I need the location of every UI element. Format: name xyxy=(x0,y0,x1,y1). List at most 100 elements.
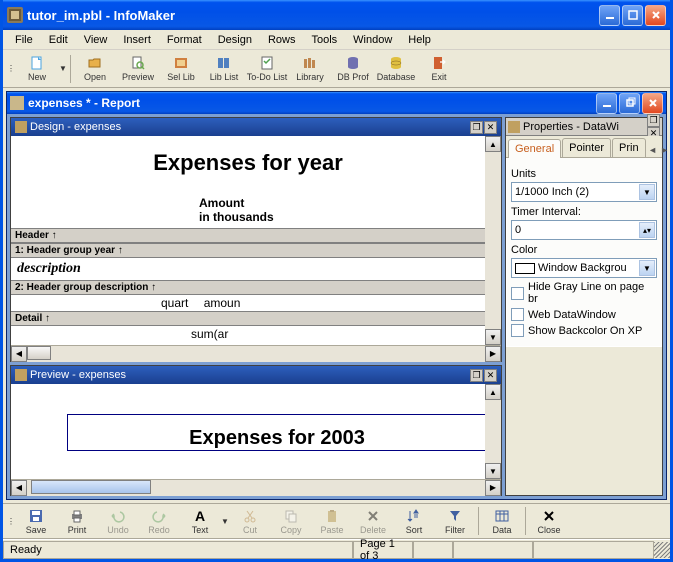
backcolor-xp-checkbox[interactable]: Show Backcolor On XP xyxy=(511,324,657,337)
new-button[interactable]: New xyxy=(16,52,58,86)
toolbar-grip[interactable]: ⋮ xyxy=(7,517,15,526)
text-button[interactable]: AText xyxy=(180,504,220,538)
design-vscroll[interactable]: ▲ ▼ xyxy=(485,136,501,345)
menu-tools[interactable]: Tools xyxy=(303,32,345,48)
hide-gray-checkbox[interactable]: Hide Gray Line on page br xyxy=(511,281,657,305)
db-prof-label: DB Prof xyxy=(337,72,369,82)
exit-button[interactable]: Exit xyxy=(418,52,460,86)
sort-button[interactable]: Sort xyxy=(394,504,434,538)
band-group-year[interactable]: 1: Header group year ↑ xyxy=(11,243,485,258)
data-button[interactable]: Data xyxy=(482,504,522,538)
todo-list-button[interactable]: To-Do List xyxy=(246,52,288,86)
open-button[interactable]: Open xyxy=(74,52,116,86)
preview-hscroll[interactable]: ◀ ▶ xyxy=(11,479,501,495)
status-page: Page 1 of 3 xyxy=(353,541,413,559)
properties-title: Properties - DataWi xyxy=(523,121,647,133)
scroll-thumb[interactable] xyxy=(31,480,151,494)
save-button[interactable]: Save xyxy=(16,504,56,538)
data-icon xyxy=(494,508,510,524)
menu-view[interactable]: View xyxy=(76,32,116,48)
preview-page: Expenses for 2003 xyxy=(67,414,485,451)
close-button[interactable]: Close xyxy=(529,504,569,538)
amount-field[interactable]: amoun xyxy=(204,296,241,310)
scroll-down-icon[interactable]: ▼ xyxy=(485,463,501,479)
preview-panel-close[interactable]: ✕ xyxy=(484,369,497,382)
library-button[interactable]: Library xyxy=(289,52,331,86)
tab-print[interactable]: Prin xyxy=(612,138,646,157)
units-select[interactable]: 1/1000 Inch (2) ▼ xyxy=(511,182,657,202)
amount-header[interactable]: Amount in thousands xyxy=(11,184,485,228)
lib-list-icon xyxy=(216,55,232,71)
maximize-button[interactable] xyxy=(622,5,643,26)
report-restore-button[interactable] xyxy=(619,93,640,114)
redo-button[interactable]: Redo xyxy=(139,504,179,538)
band-header[interactable]: Header ↑ xyxy=(11,228,485,243)
filter-label: Filter xyxy=(445,525,465,535)
scroll-up-icon[interactable]: ▲ xyxy=(485,136,501,152)
sel-lib-button[interactable]: Sel Lib xyxy=(160,52,202,86)
scroll-thumb[interactable] xyxy=(27,346,51,360)
minimize-button[interactable] xyxy=(599,5,620,26)
filter-button[interactable]: Filter xyxy=(435,504,475,538)
delete-button[interactable]: Delete xyxy=(353,504,393,538)
copy-button[interactable]: Copy xyxy=(271,504,311,538)
description-field[interactable]: description xyxy=(11,258,485,280)
paste-button[interactable]: Paste xyxy=(312,504,352,538)
scroll-up-icon[interactable]: ▲ xyxy=(485,384,501,400)
preview-canvas[interactable]: Expenses for 2003 xyxy=(11,384,485,479)
tab-general[interactable]: General xyxy=(508,139,561,158)
menu-help[interactable]: Help xyxy=(400,32,439,48)
report-title: expenses * - Report xyxy=(28,96,596,110)
timer-input[interactable]: 0 ▴▾ xyxy=(511,220,657,240)
band-detail[interactable]: Detail ↑ xyxy=(11,311,485,326)
design-hscroll[interactable]: ◀ ▶ xyxy=(11,345,501,361)
scroll-down-icon[interactable]: ▼ xyxy=(485,329,501,345)
preview-panel-max[interactable]: ❐ xyxy=(470,369,483,382)
scroll-left-icon[interactable]: ◀ xyxy=(11,480,27,496)
scroll-right-icon[interactable]: ▶ xyxy=(485,480,501,496)
design-report-title[interactable]: Expenses for year xyxy=(11,136,485,184)
properties-max[interactable]: ❐ xyxy=(647,114,660,127)
dropdown-icon[interactable]: ▼ xyxy=(59,64,67,73)
toolbar-grip[interactable]: ⋮ xyxy=(7,64,15,73)
detail-row[interactable]: quart amoun xyxy=(11,295,485,311)
design-canvas[interactable]: Expenses for year Amount in thousands He… xyxy=(11,136,485,345)
color-select[interactable]: Window Backgrou ▼ xyxy=(511,258,657,278)
library-icon xyxy=(302,55,318,71)
scroll-right-icon[interactable]: ▶ xyxy=(485,346,501,362)
menu-window[interactable]: Window xyxy=(345,32,400,48)
db-prof-icon xyxy=(345,55,361,71)
sum-field[interactable]: sum(ar xyxy=(11,326,485,342)
menu-edit[interactable]: Edit xyxy=(41,32,76,48)
tab-scroll-right-icon[interactable]: ► xyxy=(659,143,671,157)
database-button[interactable]: Database xyxy=(375,52,417,86)
print-button[interactable]: Print xyxy=(57,504,97,538)
menu-file[interactable]: File xyxy=(7,32,41,48)
menu-insert[interactable]: Insert xyxy=(115,32,159,48)
preview-vscroll[interactable]: ▲ ▼ xyxy=(485,384,501,479)
quarter-field[interactable]: quart xyxy=(161,296,188,310)
cut-button[interactable]: Cut xyxy=(230,504,270,538)
close-icon xyxy=(541,508,557,524)
lib-list-button[interactable]: Lib List xyxy=(203,52,245,86)
close-button[interactable] xyxy=(645,5,666,26)
report-close-button[interactable] xyxy=(642,93,663,114)
web-dw-checkbox[interactable]: Web DataWindow xyxy=(511,308,657,321)
menu-format[interactable]: Format xyxy=(159,32,210,48)
preview-button[interactable]: Preview xyxy=(117,52,159,86)
design-panel-close[interactable]: ✕ xyxy=(484,121,497,134)
report-minimize-button[interactable] xyxy=(596,93,617,114)
menu-rows[interactable]: Rows xyxy=(260,32,304,48)
resize-grip[interactable] xyxy=(654,542,670,558)
menu-design[interactable]: Design xyxy=(210,32,260,48)
redo-icon xyxy=(151,508,167,524)
dropdown-icon[interactable]: ▼ xyxy=(221,517,229,526)
scroll-left-icon[interactable]: ◀ xyxy=(11,346,27,362)
tab-pointer[interactable]: Pointer xyxy=(562,138,611,157)
design-panel-max[interactable]: ❐ xyxy=(470,121,483,134)
db-prof-button[interactable]: DB Prof xyxy=(332,52,374,86)
band-group-description[interactable]: 2: Header group description ↑ xyxy=(11,280,485,295)
tab-scroll-left-icon[interactable]: ◄ xyxy=(647,143,659,157)
undo-button[interactable]: Undo xyxy=(98,504,138,538)
status-cell xyxy=(413,541,453,559)
